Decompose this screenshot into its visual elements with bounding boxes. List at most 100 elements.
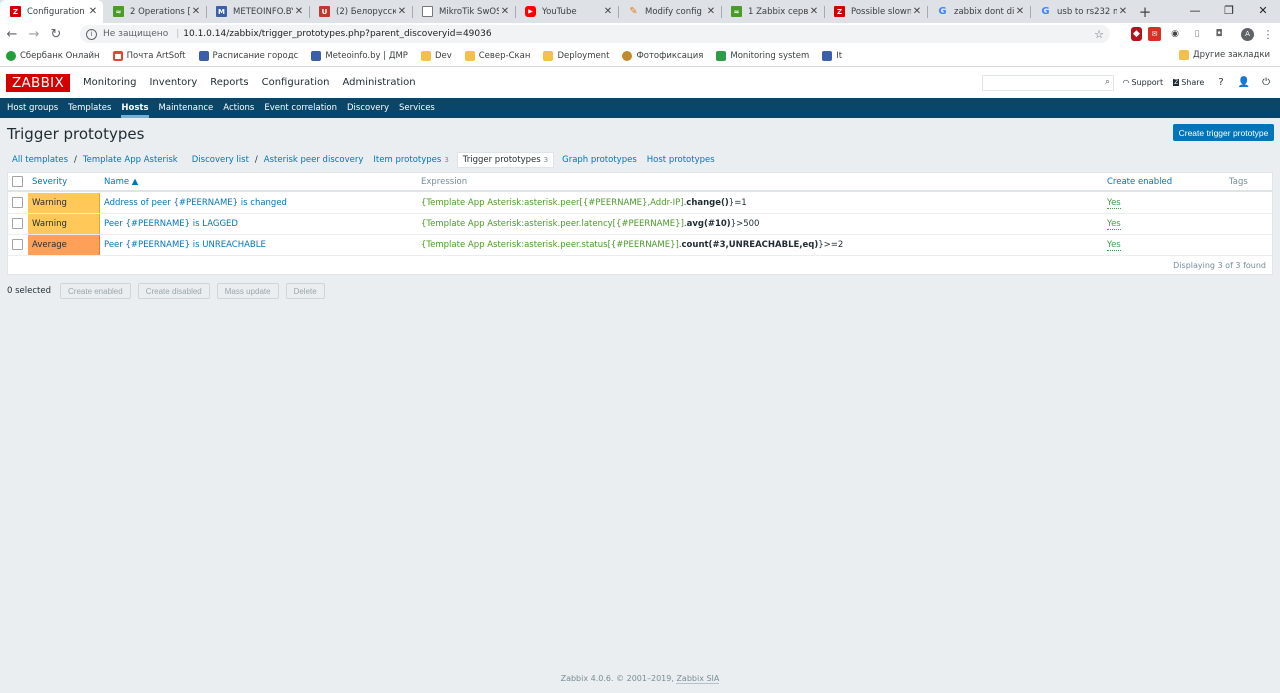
- column-severity[interactable]: Severity: [32, 177, 67, 187]
- close-tab-icon[interactable]: ✕: [1117, 6, 1129, 17]
- ublock-extension-icon[interactable]: ◆: [1131, 27, 1142, 41]
- submenu-services[interactable]: Services: [399, 98, 435, 118]
- maximize-button[interactable]: ❐: [1212, 0, 1246, 20]
- other-bookmarks[interactable]: Другие закладки: [1178, 50, 1270, 60]
- create-trigger-prototype-button[interactable]: Create trigger prototype: [1173, 124, 1274, 141]
- menu-configuration[interactable]: Configuration: [262, 77, 330, 88]
- browser-tab-operations[interactable]: ≈ 2 Operations [Za ✕: [103, 0, 206, 23]
- share-link[interactable]: Z Share: [1173, 78, 1204, 87]
- close-tab-icon[interactable]: ✕: [602, 6, 614, 17]
- row-checkbox[interactable]: [12, 239, 23, 250]
- reload-icon[interactable]: ↻: [46, 27, 66, 42]
- close-tab-icon[interactable]: ✕: [293, 6, 305, 17]
- column-create-enabled[interactable]: Create enabled: [1107, 177, 1172, 187]
- browser-tab-usb-rs232[interactable]: G usb to rs232 mo ✕: [1030, 0, 1133, 23]
- submenu-templates[interactable]: Templates: [68, 98, 111, 118]
- submenu-hosts[interactable]: Hosts: [121, 98, 149, 118]
- menu-inventory[interactable]: Inventory: [149, 77, 197, 88]
- breadcrumb-all-templates[interactable]: All templates: [7, 152, 73, 168]
- expression-item-link[interactable]: {Template App Asterisk:asterisk.peer.sta…: [421, 240, 679, 250]
- browser-tab-mikrotik[interactable]: MikroTik SwOS ✕: [412, 0, 515, 23]
- delete-button[interactable]: Delete: [285, 283, 325, 299]
- browser-tab-modify-config[interactable]: ✎ Modify config file ✕: [618, 0, 721, 23]
- support-link[interactable]: ◠ Support: [1122, 78, 1163, 87]
- browser-tab-zabbix-server[interactable]: ≈ 1 Zabbix сервер ✕: [721, 0, 824, 23]
- create-enabled-toggle[interactable]: Yes: [1107, 198, 1121, 209]
- submenu-actions[interactable]: Actions: [223, 98, 254, 118]
- zabbix-logo[interactable]: ZABBIX: [6, 73, 70, 92]
- mass-update-button[interactable]: Mass update: [216, 283, 279, 299]
- screenshot-extension-icon[interactable]: ◘: [1211, 27, 1227, 41]
- address-bar[interactable]: i Не защищено | 10.1.0.14/zabbix/trigger…: [80, 25, 1110, 43]
- new-tab-button[interactable]: +: [1133, 0, 1157, 23]
- bookmark-item[interactable]: It: [822, 50, 842, 61]
- trigger-name-link[interactable]: Address of peer {#PEERNAME} is changed: [104, 198, 287, 208]
- url-text[interactable]: 10.1.0.14/zabbix/trigger_prototypes.php?…: [183, 29, 491, 39]
- menu-kebab-icon[interactable]: ⋮: [1260, 27, 1276, 41]
- bookmark-item[interactable]: Фотофиксация: [622, 50, 703, 61]
- create-enabled-toggle[interactable]: Yes: [1107, 240, 1121, 251]
- menu-reports[interactable]: Reports: [210, 77, 248, 88]
- submenu-event-correlation[interactable]: Event correlation: [264, 98, 337, 118]
- camera-extension-icon[interactable]: ◉: [1167, 27, 1183, 41]
- browser-tab-zabbix-dont[interactable]: G zabbix dont disc ✕: [927, 0, 1030, 23]
- close-tab-icon[interactable]: ✕: [499, 6, 511, 17]
- create-disabled-button[interactable]: Create disabled: [137, 283, 210, 299]
- search-icon[interactable]: ⌕: [1105, 77, 1110, 87]
- close-window-button[interactable]: ✕: [1246, 0, 1280, 20]
- breadcrumb-graph-prototypes[interactable]: Graph prototypes: [557, 152, 642, 168]
- menu-monitoring[interactable]: Monitoring: [83, 77, 136, 88]
- browser-tab-configuration[interactable]: Z Configuration of ✕: [0, 0, 103, 23]
- close-tab-icon[interactable]: ✕: [87, 6, 99, 17]
- bookmark-item[interactable]: Meteoinfo.by | ДМР: [311, 50, 408, 61]
- row-checkbox[interactable]: [12, 218, 23, 229]
- logout-icon[interactable]: ⏻: [1262, 77, 1270, 88]
- submenu-host-groups[interactable]: Host groups: [7, 98, 58, 118]
- close-tab-icon[interactable]: ✕: [705, 6, 717, 17]
- breadcrumb-discovery-list[interactable]: Discovery list: [187, 152, 254, 168]
- bookmark-item[interactable]: Почта ArtSoft: [112, 50, 186, 61]
- bookmark-item[interactable]: Deployment: [543, 50, 609, 61]
- bookmark-item[interactable]: Север-Скан: [464, 50, 530, 61]
- create-enabled-button[interactable]: Create enabled: [60, 283, 131, 299]
- select-all-checkbox[interactable]: [12, 176, 23, 187]
- help-icon[interactable]: ?: [1218, 77, 1223, 88]
- page-extension-icon[interactable]: ▯: [1189, 27, 1205, 41]
- breadcrumb-discovery-rule[interactable]: Asterisk peer discovery: [259, 152, 369, 168]
- close-tab-icon[interactable]: ✕: [396, 6, 408, 17]
- trigger-name-link[interactable]: Peer {#PEERNAME} is UNREACHABLE: [104, 240, 266, 250]
- bookmark-star-icon[interactable]: ☆: [1094, 28, 1104, 41]
- row-checkbox[interactable]: [12, 197, 23, 208]
- bookmark-item[interactable]: Расписание городс: [198, 50, 298, 61]
- mail-extension-icon[interactable]: ✉: [1148, 27, 1161, 41]
- bookmark-item[interactable]: Dev: [420, 50, 452, 61]
- trigger-name-link[interactable]: Peer {#PEERNAME} is LAGGED: [104, 219, 238, 229]
- forward-arrow-icon[interactable]: →: [24, 27, 44, 42]
- browser-tab-meteoinfo[interactable]: M METEOINFO.BY | ✕: [206, 0, 309, 23]
- close-tab-icon[interactable]: ✕: [911, 6, 923, 17]
- submenu-discovery[interactable]: Discovery: [347, 98, 389, 118]
- browser-tab-youtube[interactable]: ▶ YouTube ✕: [515, 0, 618, 23]
- bookmark-item[interactable]: Сбербанк Онлайн: [6, 50, 100, 61]
- breadcrumb-trigger-prototypes[interactable]: Trigger prototypes 3: [456, 152, 555, 168]
- expression-item-link[interactable]: {Template App Asterisk:asterisk.peer[{#P…: [421, 198, 684, 208]
- menu-administration[interactable]: Administration: [342, 77, 415, 88]
- avatar[interactable]: A: [1241, 27, 1254, 41]
- global-search-input[interactable]: ⌕: [982, 75, 1114, 91]
- create-enabled-toggle[interactable]: Yes: [1107, 219, 1121, 230]
- breadcrumb-item-prototypes[interactable]: Item prototypes 3: [368, 152, 453, 168]
- bookmark-item[interactable]: Monitoring system: [716, 50, 809, 61]
- close-tab-icon[interactable]: ✕: [808, 6, 820, 17]
- browser-tab-possible-slowness[interactable]: Z Possible slownes ✕: [824, 0, 927, 23]
- submenu-maintenance[interactable]: Maintenance: [159, 98, 214, 118]
- breadcrumb-host-prototypes[interactable]: Host prototypes: [642, 152, 720, 168]
- close-tab-icon[interactable]: ✕: [1014, 6, 1026, 17]
- info-icon[interactable]: i: [86, 28, 97, 40]
- user-profile-icon[interactable]: 👤: [1238, 77, 1250, 88]
- footer-link[interactable]: Zabbix SIA: [676, 674, 720, 684]
- close-tab-icon[interactable]: ✕: [190, 6, 202, 17]
- browser-tab-belorussian[interactable]: U (2) Белорусский ✕: [309, 0, 412, 23]
- expression-item-link[interactable]: {Template App Asterisk:asterisk.peer.lat…: [421, 219, 684, 229]
- back-arrow-icon[interactable]: ←: [2, 27, 22, 42]
- minimize-button[interactable]: —: [1178, 0, 1212, 20]
